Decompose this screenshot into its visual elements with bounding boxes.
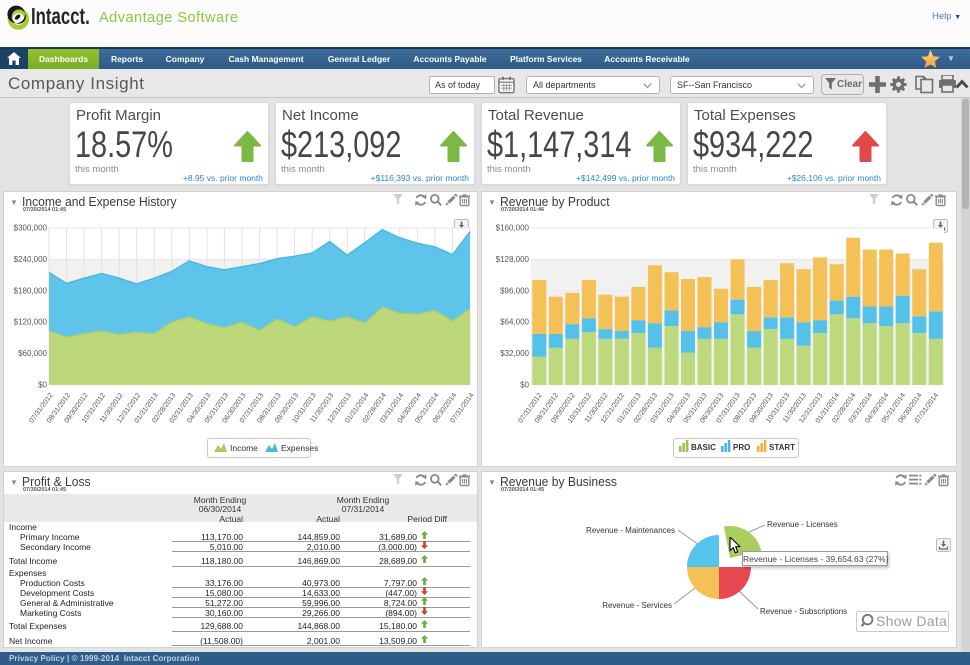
svg-text:PRO: PRO (733, 443, 750, 452)
svg-text:Expenses: Expenses (281, 443, 318, 453)
svg-text:BASIC: BASIC (691, 443, 716, 452)
svg-text:$32,000: $32,000 (500, 349, 529, 358)
svg-text:$120,000: $120,000 (14, 318, 48, 327)
svg-text:$160,000: $160,000 (496, 224, 530, 233)
svg-text:Revenue - Services: Revenue - Services (602, 601, 672, 610)
svg-text:$0: $0 (38, 381, 47, 390)
svg-text:$128,000: $128,000 (496, 255, 530, 264)
svg-text:Revenue - Maintenances: Revenue - Maintenances (586, 526, 675, 535)
svg-text:Revenue - Subscriptions: Revenue - Subscriptions (760, 607, 847, 616)
svg-text:$96,000: $96,000 (500, 286, 529, 295)
svg-text:$0: $0 (520, 381, 529, 390)
svg-text:Income: Income (230, 443, 258, 453)
svg-text:$180,000: $180,000 (14, 286, 48, 295)
svg-text:START: START (769, 443, 795, 452)
svg-text:$300,000: $300,000 (14, 224, 48, 233)
svg-text:$64,000: $64,000 (500, 318, 529, 327)
svg-text:$60,000: $60,000 (18, 349, 47, 358)
svg-text:Revenue - Licenses: Revenue - Licenses (767, 520, 838, 529)
svg-text:$240,000: $240,000 (14, 255, 48, 264)
